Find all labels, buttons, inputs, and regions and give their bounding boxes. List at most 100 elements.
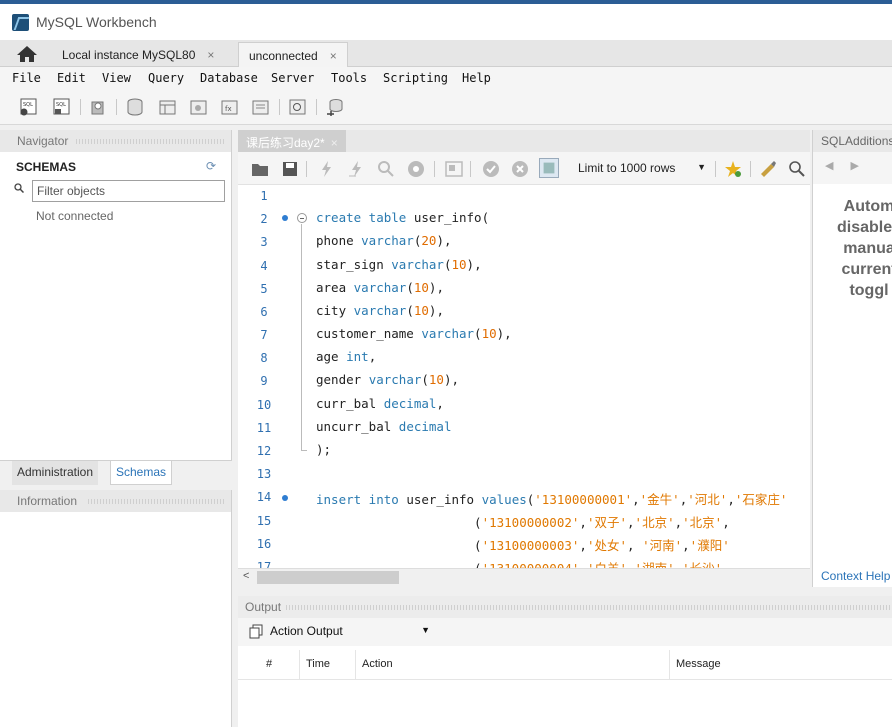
toolbar-separator	[116, 99, 117, 115]
column-header[interactable]: Action	[356, 650, 670, 680]
tab-administration[interactable]: Administration	[12, 461, 99, 485]
refresh-icon[interactable]: ⟳	[206, 159, 216, 173]
tab-label: Local instance MySQL80	[62, 48, 196, 62]
sql-additions-header: SQLAdditions	[813, 130, 892, 152]
window-title: MySQL Workbench	[36, 14, 157, 30]
create-procedure-icon[interactable]: fx	[220, 97, 240, 117]
horizontal-scrollbar[interactable]: <	[238, 568, 810, 585]
new-sql-tab-icon[interactable]: SQL	[19, 97, 39, 117]
column-header[interactable]: Message	[670, 650, 892, 680]
auto-help-message: Autom disablec manua current toggl	[836, 198, 892, 299]
create-view-icon[interactable]	[189, 97, 209, 117]
toolbar-separator	[750, 161, 751, 177]
output-panel: Output Action Output ▼ # Time Action Mes…	[238, 596, 892, 727]
line-number: 4	[260, 259, 268, 273]
window-titlebar: MySQL Workbench	[0, 0, 892, 40]
execute-icon[interactable]	[316, 159, 336, 179]
filter-objects-input[interactable]	[32, 180, 225, 202]
scroll-left-icon[interactable]: <	[243, 570, 249, 582]
menu-file[interactable]: File	[12, 71, 41, 85]
panel-grip	[286, 605, 892, 610]
information-header: Information	[0, 490, 231, 512]
panel-grip	[76, 139, 225, 144]
beautify-icon[interactable]	[758, 159, 778, 179]
code-line: ('13100000004','白羊','湖南','长沙'	[316, 558, 722, 568]
menu-bar: File Edit View Query Database Server Too…	[0, 67, 892, 89]
line-number: 17	[256, 560, 272, 568]
forward-arrow-icon[interactable]: ▶	[851, 160, 859, 172]
create-schema-icon[interactable]	[125, 97, 145, 117]
output-type-select[interactable]: Action Output ▼	[270, 624, 436, 642]
code-line: customer_name varchar(10),	[316, 326, 512, 341]
line-number: 10	[256, 398, 272, 412]
sql-editor-tab[interactable]: 课后练习day2* ×	[238, 130, 346, 152]
limit-rows-select[interactable]: Limit to 1000 rows ▼	[578, 159, 710, 179]
menu-query[interactable]: Query	[148, 71, 184, 85]
create-table-icon[interactable]	[158, 97, 178, 117]
commit-icon[interactable]	[481, 159, 501, 179]
sql-editor[interactable]: 1 2 3 4 5 6 7 8 9 10 11 12 13 14 15 16 1…	[238, 185, 810, 568]
schemas-title: SCHEMAS	[16, 160, 77, 174]
limit-rows-label: Limit to 1000 rows	[578, 161, 676, 175]
reconnect-icon[interactable]	[325, 97, 345, 117]
open-sql-script-icon[interactable]: SQL	[52, 97, 72, 117]
menu-help[interactable]: Help	[462, 71, 491, 85]
find-icon[interactable]	[787, 159, 807, 179]
column-header[interactable]: #	[260, 650, 300, 680]
sql-editor-tab-label: 课后练习day2*	[246, 136, 325, 150]
line-number: 12	[256, 444, 272, 458]
line-number: 9	[260, 374, 268, 388]
snippet-star-icon[interactable]	[723, 159, 743, 179]
auto-commit-icon[interactable]	[539, 158, 559, 178]
scroll-thumb[interactable]	[257, 571, 399, 584]
home-icon[interactable]	[16, 45, 38, 63]
save-icon[interactable]	[280, 159, 300, 179]
open-file-icon[interactable]	[250, 159, 270, 179]
line-number: 14	[256, 490, 272, 504]
svg-text:fx: fx	[225, 105, 232, 113]
explain-icon[interactable]	[376, 159, 396, 179]
close-icon[interactable]: ×	[207, 48, 214, 62]
information-panel: Information	[0, 490, 232, 727]
context-help-tab[interactable]: Context Help	[821, 569, 890, 583]
search-icon	[14, 183, 24, 193]
code-line: gender varchar(10),	[316, 372, 460, 387]
line-number: 16	[256, 537, 272, 551]
information-title: Information	[17, 494, 78, 508]
toolbar-separator	[80, 99, 81, 115]
copy-icon[interactable]	[248, 624, 264, 640]
back-arrow-icon[interactable]: ◀	[825, 160, 833, 172]
main-toolbar: SQL SQL fx	[0, 89, 892, 125]
code-line: ('13100000002','双子','北京','北京',	[316, 515, 730, 530]
execute-current-icon[interactable]	[346, 159, 366, 179]
rollback-icon[interactable]	[510, 159, 530, 179]
fold-collapse-icon[interactable]	[297, 213, 307, 223]
toggle-output-icon[interactable]	[444, 159, 464, 179]
tab-unconnected[interactable]: unconnected ×	[238, 42, 348, 67]
create-function-icon[interactable]	[251, 97, 271, 117]
line-number: 3	[260, 235, 268, 249]
menu-server[interactable]: Server	[271, 71, 314, 85]
search-table-data-icon[interactable]	[288, 97, 308, 117]
toolbar-separator	[434, 161, 435, 177]
menu-edit[interactable]: Edit	[57, 71, 86, 85]
menu-view[interactable]: View	[102, 71, 131, 85]
code-line: area varchar(10),	[316, 280, 444, 295]
menu-tools[interactable]: Tools	[331, 71, 367, 85]
code-line: uncurr_bal decimal	[316, 419, 452, 434]
close-icon[interactable]: ×	[330, 49, 337, 63]
output-title: Output	[245, 600, 282, 614]
menu-database[interactable]: Database	[200, 71, 258, 85]
tab-schemas[interactable]: Schemas	[110, 461, 173, 485]
line-number: 5	[260, 282, 268, 296]
stop-icon[interactable]	[406, 159, 426, 179]
close-icon[interactable]: ×	[331, 136, 338, 150]
column-header[interactable]: Time	[300, 650, 356, 680]
inspector-icon[interactable]	[88, 97, 108, 117]
code-line: ('13100000003','处女', '河南','濮阳'	[316, 538, 730, 553]
fold-line-end	[301, 450, 307, 451]
menu-scripting[interactable]: Scripting	[383, 71, 448, 85]
tab-local-instance[interactable]: Local instance MySQL80 ×	[52, 42, 224, 67]
line-number: 1	[260, 189, 268, 203]
chevron-down-icon: ▼	[421, 625, 430, 635]
